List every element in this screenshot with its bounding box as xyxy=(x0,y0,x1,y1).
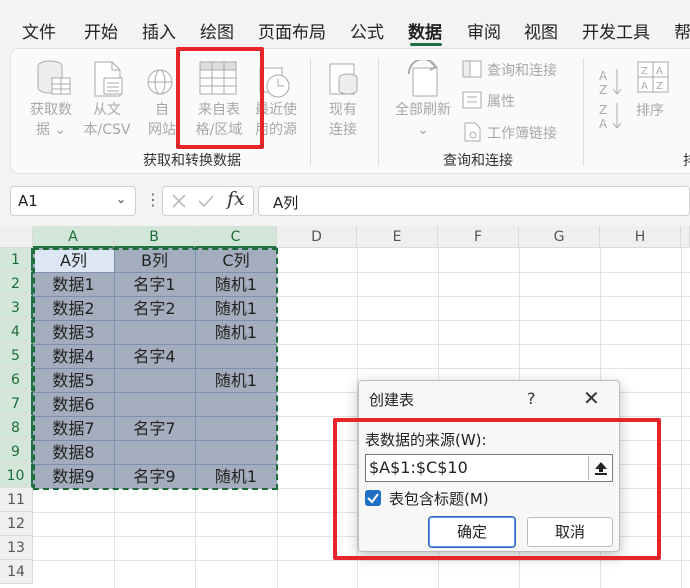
group-label-queries: 查询和连接 xyxy=(443,153,513,169)
svg-text:Z: Z xyxy=(599,103,607,117)
ribbon-tab-bar: 文件 开始 插入 绘图 页面布局 公式 数据 审阅 视图 开发工具 帮 xyxy=(0,0,690,48)
formula-input[interactable]: A列 xyxy=(258,186,690,216)
sort-dialog-icon: Z A A Z xyxy=(637,61,669,93)
column-header-d[interactable]: D xyxy=(277,226,357,248)
more-vertical-icon[interactable]: ⋮ xyxy=(145,190,161,209)
refresh-icon xyxy=(407,60,438,97)
row-header-9[interactable]: 9 xyxy=(0,440,33,464)
existing-connections-button[interactable]: 现有 连接 xyxy=(320,100,366,140)
group-label-sort-filter: 排 xyxy=(683,150,690,170)
column-header-b[interactable]: B xyxy=(114,226,195,248)
svg-text:Z: Z xyxy=(599,83,607,97)
check-icon[interactable] xyxy=(197,193,215,209)
tab-home[interactable]: 开始 xyxy=(84,18,118,43)
queries-connections-icon xyxy=(462,60,482,78)
row-header-7[interactable]: 7 xyxy=(0,392,33,416)
ribbon-separator xyxy=(583,58,584,166)
svg-text:A: A xyxy=(599,69,608,83)
tab-developer[interactable]: 开发工具 xyxy=(582,18,650,43)
tab-page-layout[interactable]: 页面布局 xyxy=(258,18,326,43)
svg-text:A: A xyxy=(656,66,663,77)
chevron-down-icon[interactable]: ⌄ xyxy=(116,192,126,206)
cancel-icon[interactable] xyxy=(171,193,187,209)
workbook-links-button[interactable]: 工作簿链接 xyxy=(487,123,557,143)
tab-view[interactable]: 视图 xyxy=(524,18,558,43)
sort-button[interactable]: 排序 xyxy=(636,100,664,120)
help-icon[interactable]: ? xyxy=(527,389,536,408)
database-icon xyxy=(37,60,71,95)
properties-icon xyxy=(462,91,482,109)
column-header-f[interactable]: F xyxy=(438,226,519,248)
group-label-get-transform: 获取和转换数据 xyxy=(143,153,241,169)
row-header-10[interactable]: 10 xyxy=(0,464,33,488)
tab-draw[interactable]: 绘图 xyxy=(200,18,234,43)
column-header-i[interactable] xyxy=(681,226,690,248)
ribbon-separator xyxy=(378,58,379,166)
column-header-g[interactable]: G xyxy=(519,226,600,248)
formula-actions: fx xyxy=(162,186,254,216)
web-icon xyxy=(147,69,173,95)
sort-az-icon: A Z Z A xyxy=(599,69,622,128)
column-header-c[interactable]: C xyxy=(195,226,277,248)
tab-insert[interactable]: 插入 xyxy=(142,18,176,43)
svg-text:Z: Z xyxy=(641,66,648,77)
row-header-5[interactable]: 5 xyxy=(0,344,33,368)
insert-function-icon[interactable]: fx xyxy=(227,188,245,210)
select-all-corner[interactable] xyxy=(0,226,33,248)
ribbon-separator xyxy=(310,58,311,166)
column-header-h[interactable]: H xyxy=(600,226,681,248)
marching-ants-border xyxy=(33,248,278,490)
row-header-2[interactable]: 2 xyxy=(0,272,33,296)
get-data-button[interactable]: 获取数 据 ⌄ xyxy=(24,100,78,140)
row-header-14[interactable]: 14 xyxy=(0,560,33,584)
text-file-icon xyxy=(94,61,123,97)
dialog-title: 创建表 xyxy=(369,391,415,409)
svg-text:A: A xyxy=(599,117,608,128)
from-text-csv-button[interactable]: 从文 本/CSV xyxy=(78,100,136,140)
row-header-4[interactable]: 4 xyxy=(0,320,33,344)
properties-button[interactable]: 属性 xyxy=(487,91,515,111)
row-header-3[interactable]: 3 xyxy=(0,296,33,320)
queries-connections-button[interactable]: 查询和连接 xyxy=(487,60,557,80)
row-header-6[interactable]: 6 xyxy=(0,368,33,392)
highlight-dialog xyxy=(333,418,661,560)
tab-help[interactable]: 帮 xyxy=(674,18,690,43)
row-header-11[interactable]: 11 xyxy=(0,488,33,512)
workbook-links-icon xyxy=(464,122,481,142)
row-header-1[interactable]: 1 xyxy=(0,248,33,272)
grid-line xyxy=(33,560,690,561)
refresh-all-button[interactable]: 全部刷新 ⌄ xyxy=(390,100,456,140)
tab-file[interactable]: 文件 xyxy=(22,18,56,43)
tab-data[interactable]: 数据 xyxy=(408,18,442,43)
column-header-e[interactable]: E xyxy=(357,226,438,248)
row-header-12[interactable]: 12 xyxy=(0,512,33,536)
row-header-13[interactable]: 13 xyxy=(0,536,33,560)
highlight-from-table xyxy=(176,47,264,149)
connection-file-icon xyxy=(329,63,358,95)
svg-text:A: A xyxy=(641,81,648,92)
tab-formulas[interactable]: 公式 xyxy=(350,18,384,43)
active-tab-indicator xyxy=(410,43,442,46)
svg-text:Z: Z xyxy=(656,81,663,92)
tab-review[interactable]: 审阅 xyxy=(467,18,501,43)
close-icon[interactable]: ✕ xyxy=(583,386,600,410)
grid-line xyxy=(681,248,682,588)
column-header-a[interactable]: A xyxy=(33,226,114,248)
row-header-8[interactable]: 8 xyxy=(0,416,33,440)
